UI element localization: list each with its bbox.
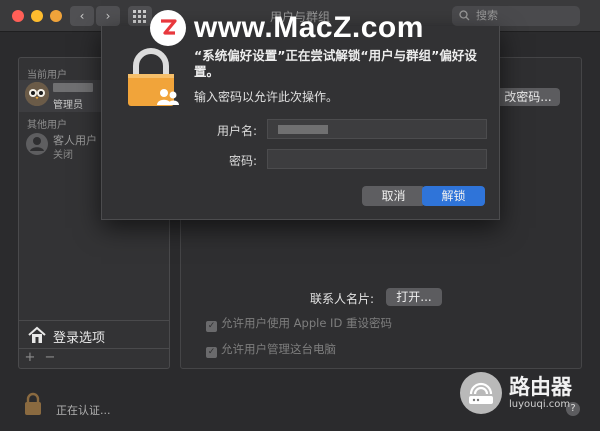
chevron-right-icon: › xyxy=(105,9,111,23)
apple-id-reset-label: 允许用户使用 Apple ID 重设密码 xyxy=(221,316,392,330)
login-options-label: 登录选项 xyxy=(53,331,106,346)
cancel-button[interactable]: 取消 xyxy=(362,186,425,206)
show-all-button[interactable] xyxy=(128,6,152,26)
luyouqi-watermark: 路由器 luyouqi.com xyxy=(460,372,572,414)
macz-logo xyxy=(150,10,186,46)
username-label: 用户名: xyxy=(216,124,257,138)
brand-domain: luyouqi.com xyxy=(509,399,571,410)
open-contact-button[interactable]: 打开... xyxy=(386,288,442,306)
auth-dialog: “系统偏好设置”正在尝试解锁“用户与群组”偏好设置。 输入密码以允许此次操作。 … xyxy=(101,26,500,220)
brand-name: 路由器 xyxy=(509,375,572,399)
add-user-button[interactable]: + xyxy=(21,351,39,365)
current-users-label: 当前用户 xyxy=(27,70,67,81)
chevron-left-icon: ‹ xyxy=(79,9,85,23)
house-icon xyxy=(28,326,46,343)
add-remove-bar: + − xyxy=(19,348,169,368)
lock-icon[interactable] xyxy=(24,392,42,416)
admin-row[interactable]: ✓ 允许用户管理这台电脑 xyxy=(206,341,336,358)
router-icon xyxy=(460,372,502,414)
username-value-redacted xyxy=(278,125,328,134)
search-icon xyxy=(459,10,470,21)
apple-id-reset-checkbox[interactable]: ✓ xyxy=(206,321,217,332)
zoom-window-button[interactable] xyxy=(50,10,62,22)
apple-id-reset-row[interactable]: ✓ 允许用户使用 Apple ID 重设密码 xyxy=(206,315,392,332)
watermark: www.MacZ.com xyxy=(150,8,424,48)
minimize-window-button[interactable] xyxy=(31,10,43,22)
other-users-label: 其他用户 xyxy=(27,120,67,131)
guest-user-icon xyxy=(25,132,49,156)
forward-button[interactable]: › xyxy=(96,6,120,26)
guest-user-status: 关闭 xyxy=(53,150,73,161)
dialog-message: 输入密码以允许此次操作。 xyxy=(194,90,339,104)
current-user-name-redacted xyxy=(53,82,93,95)
owl-avatar xyxy=(25,82,49,106)
username-field[interactable] xyxy=(267,119,487,139)
remove-user-button[interactable]: − xyxy=(41,351,59,365)
authenticating-status: 正在认证... xyxy=(56,404,111,417)
password-field[interactable] xyxy=(267,149,487,169)
back-button[interactable]: ‹ xyxy=(70,6,94,26)
watermark-text: www.MacZ.com xyxy=(194,11,424,44)
search-placeholder: 搜索 xyxy=(476,9,498,22)
current-user-role: 管理员 xyxy=(53,100,83,111)
unlock-button[interactable]: 解锁 xyxy=(422,186,485,206)
close-window-button[interactable] xyxy=(12,10,24,22)
change-password-button[interactable]: 改密码... xyxy=(496,88,560,106)
dialog-title: “系统偏好设置”正在尝试解锁“用户与群组”偏好设置。 xyxy=(194,48,477,79)
login-options-row[interactable]: 登录选项 xyxy=(19,320,169,348)
admin-checkbox[interactable]: ✓ xyxy=(206,347,217,358)
contact-card-label: 联系人名片: xyxy=(310,292,375,306)
password-label: 密码: xyxy=(228,154,257,168)
admin-label: 允许用户管理这台电脑 xyxy=(221,342,336,356)
padlock-users-icon xyxy=(128,48,179,106)
search-field[interactable]: 搜索 xyxy=(452,6,580,26)
